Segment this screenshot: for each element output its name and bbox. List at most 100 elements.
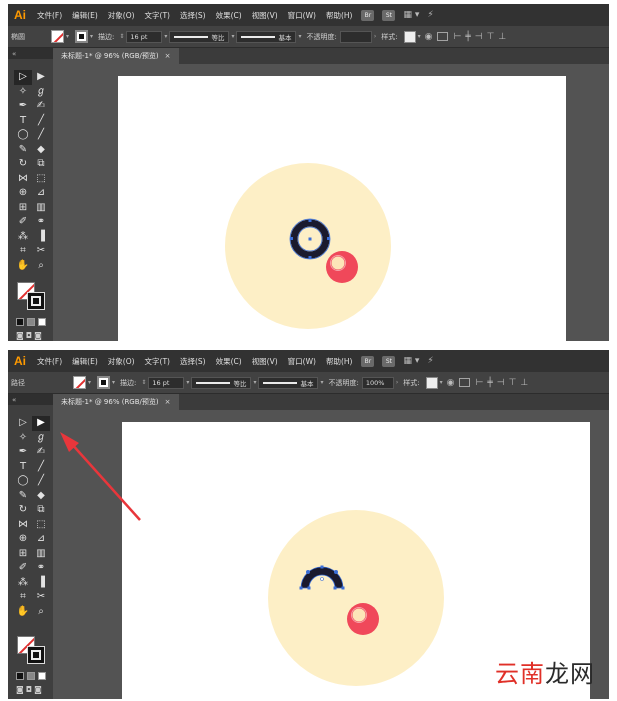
paintbrush-tool-icon[interactable]: ╱ — [32, 128, 50, 143]
stock-button[interactable]: St — [382, 9, 396, 21]
curvature-tool-icon[interactable]: ✍ — [32, 99, 50, 114]
align-to-icon[interactable] — [459, 378, 471, 387]
chevron-down-icon[interactable]: ▾ — [229, 33, 236, 40]
gpu-performance-icon[interactable]: ⚡ — [427, 10, 433, 20]
stepper-icon[interactable]: ⇕ — [117, 33, 126, 40]
stroke-weight-input[interactable]: 16 pt — [148, 376, 185, 389]
curvature-tool-icon[interactable]: ✍ — [32, 445, 50, 460]
hand-tool-icon[interactable]: ✋ — [14, 259, 32, 274]
anchor-point[interactable] — [327, 237, 330, 240]
align-right-icon[interactable]: ⊣ — [475, 32, 483, 42]
direct-selection-tool-icon[interactable]: ▶ — [32, 416, 50, 431]
lasso-tool-icon[interactable]: ℊ — [32, 431, 50, 446]
draw-mode-icons[interactable]: ◙◘◙ — [16, 331, 44, 340]
pen-tool-icon[interactable]: ✒ — [14, 99, 32, 114]
opacity-input[interactable]: 100% — [361, 376, 394, 389]
shape-builder-tool-icon[interactable]: ⊕ — [14, 186, 32, 201]
fill-stroke-widget[interactable] — [17, 636, 47, 666]
menu-window[interactable]: 窗口(W) — [283, 10, 321, 21]
color-mode-icon[interactable] — [16, 672, 24, 680]
perspective-grid-tool-icon[interactable]: ⊿ — [32, 532, 50, 547]
chevron-down-icon[interactable]: ▾ — [416, 33, 423, 40]
align-middle-icon[interactable]: ⊥ — [520, 378, 528, 388]
opacity-input[interactable] — [339, 30, 372, 43]
type-tool-icon[interactable]: T — [14, 114, 32, 129]
paintbrush-tool-icon[interactable]: ╱ — [32, 474, 50, 489]
width-tool-icon[interactable]: ⋈ — [14, 518, 32, 533]
menu-object[interactable]: 对象(O) — [103, 356, 140, 367]
zoom-tool-icon[interactable]: ⌕ — [32, 259, 50, 274]
rotate-tool-icon[interactable]: ↻ — [14, 157, 32, 172]
chevron-down-icon[interactable]: ▾ — [438, 379, 445, 386]
menu-window[interactable]: 窗口(W) — [283, 356, 321, 367]
stroke-black-swatch[interactable] — [27, 292, 45, 310]
recolor-icon[interactable]: ◉ — [447, 378, 455, 388]
gradient-tool-icon[interactable]: ▥ — [32, 547, 50, 562]
type-tool-icon[interactable]: T — [14, 460, 32, 475]
workspace-layout-icon[interactable]: ▦ ▾ — [403, 356, 419, 366]
corner-widget[interactable] — [334, 570, 338, 574]
selection-tool-icon[interactable]: ▷ — [14, 70, 32, 85]
eraser-tool-icon[interactable]: ◆ — [32, 489, 50, 504]
gradient-mode-icon[interactable] — [27, 318, 35, 326]
mesh-tool-icon[interactable]: ⊞ — [14, 547, 32, 562]
tab-document[interactable]: 未标题-1* @ 96% (RGB/预览) × — [53, 48, 179, 64]
menu-view[interactable]: 视图(V) — [247, 356, 283, 367]
align-right-icon[interactable]: ⊣ — [497, 378, 505, 388]
menu-effect[interactable]: 效果(C) — [211, 10, 247, 21]
tab-document[interactable]: 未标题-1* @ 96% (RGB/预览) × — [53, 394, 179, 410]
fill-stroke-widget[interactable] — [17, 282, 47, 312]
menu-object[interactable]: 对象(O) — [103, 10, 140, 21]
align-middle-icon[interactable]: ⊥ — [498, 32, 506, 42]
lasso-tool-icon[interactable]: ℊ — [32, 85, 50, 100]
eraser-tool-icon[interactable]: ◆ — [32, 143, 50, 158]
artboard-tool-icon[interactable]: ⌗ — [14, 590, 32, 605]
magic-wand-tool-icon[interactable]: ✧ — [14, 431, 32, 446]
graphic-style-swatch[interactable] — [403, 30, 416, 43]
perspective-grid-tool-icon[interactable]: ⊿ — [32, 186, 50, 201]
magic-wand-tool-icon[interactable]: ✧ — [14, 85, 32, 100]
gradient-mode-icon[interactable] — [27, 672, 35, 680]
brush-definition[interactable]: 基本 — [236, 30, 297, 43]
color-mode-icon[interactable] — [16, 318, 24, 326]
stepper-icon[interactable]: ⇕ — [139, 379, 148, 386]
shape-builder-tool-icon[interactable]: ⊕ — [14, 532, 32, 547]
line-tool-icon[interactable]: ╱ — [32, 114, 50, 129]
chevron-down-icon[interactable]: ▾ — [184, 379, 191, 386]
menu-type[interactable]: 文字(T) — [140, 356, 175, 367]
scale-tool-icon[interactable]: ⧉ — [32, 157, 50, 172]
anchor-point[interactable] — [308, 256, 312, 259]
bridge-button[interactable]: Br — [361, 355, 375, 367]
symbol-sprayer-tool-icon[interactable]: ⁂ — [14, 576, 32, 591]
workspace-layout-icon[interactable]: ▦ ▾ — [403, 10, 419, 20]
rotate-tool-icon[interactable]: ↻ — [14, 503, 32, 518]
menu-edit[interactable]: 编辑(E) — [67, 10, 103, 21]
chevron-down-icon[interactable]: ▾ — [88, 33, 95, 40]
chevron-down-icon[interactable]: ▾ — [64, 33, 71, 40]
width-tool-icon[interactable]: ⋈ — [14, 172, 32, 187]
brush-definition[interactable]: 基本 — [258, 376, 319, 389]
eyedropper-tool-icon[interactable]: ✐ — [14, 215, 32, 230]
menu-file[interactable]: 文件(F) — [32, 10, 67, 21]
column-graph-tool-icon[interactable]: ▐ — [32, 230, 50, 245]
close-icon[interactable]: × — [165, 398, 171, 406]
artboard[interactable] — [118, 76, 566, 341]
symbol-sprayer-tool-icon[interactable]: ⁂ — [14, 230, 32, 245]
chevron-down-icon[interactable]: ▾ — [162, 33, 169, 40]
ellipse-tool-icon[interactable]: ◯ — [14, 474, 32, 489]
slice-tool-icon[interactable]: ✂ — [32, 244, 50, 259]
background-circle[interactable] — [225, 163, 391, 329]
chevron-down-icon[interactable]: ▾ — [296, 33, 303, 40]
draw-mode-icons[interactable]: ◙◘◙ — [16, 685, 44, 694]
gradient-tool-icon[interactable]: ▥ — [32, 201, 50, 216]
stroke-weight-input[interactable]: 16 pt — [126, 30, 163, 43]
align-left-icon[interactable]: ⊢ — [453, 32, 461, 42]
slice-tool-icon[interactable]: ✂ — [32, 590, 50, 605]
variable-width-profile[interactable]: 等比 — [169, 30, 230, 43]
corner-widget[interactable] — [306, 570, 310, 574]
stroke-black-swatch[interactable] — [27, 646, 45, 664]
close-icon[interactable]: × — [165, 52, 171, 60]
menu-edit[interactable]: 编辑(E) — [67, 356, 103, 367]
fill-swatch[interactable] — [51, 30, 64, 43]
hand-tool-icon[interactable]: ✋ — [14, 605, 32, 620]
